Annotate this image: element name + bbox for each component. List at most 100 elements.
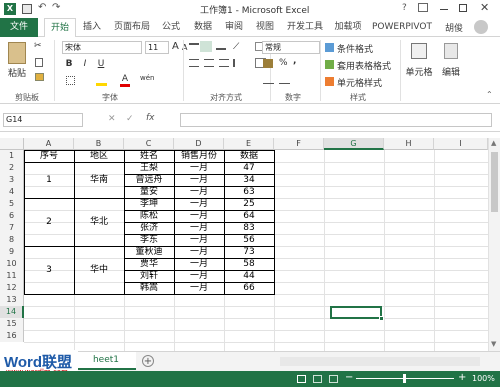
cancel-icon[interactable]: ✕	[108, 114, 116, 124]
border-icon[interactable]	[66, 76, 75, 85]
row-header[interactable]: 7	[0, 222, 24, 234]
table-header-cell[interactable]: 姓名	[124, 150, 174, 162]
fill-handle[interactable]	[379, 316, 384, 321]
underline-button[interactable]: U	[96, 59, 106, 69]
align-top-icon[interactable]	[189, 43, 199, 50]
font-color-button[interactable]: A	[120, 74, 130, 87]
seq-cell[interactable]: 1	[24, 174, 74, 186]
column-header[interactable]: I	[434, 138, 488, 150]
seq-cell[interactable]: 2	[24, 216, 74, 228]
row-header[interactable]: 13	[0, 294, 24, 306]
paste-icon[interactable]	[8, 42, 26, 64]
tab-home[interactable]: 开始	[44, 18, 76, 38]
region-cell[interactable]: 华北	[74, 216, 124, 228]
row-header[interactable]: 9	[0, 246, 24, 258]
column-header[interactable]: A	[24, 138, 74, 150]
month-cell[interactable]: 一月	[174, 246, 224, 258]
month-cell[interactable]: 一月	[174, 270, 224, 282]
user-name[interactable]: 胡俊	[445, 21, 463, 34]
sheet-tab-sheet1[interactable]: heet1	[76, 352, 136, 370]
format-as-table-icon[interactable]	[325, 60, 334, 69]
format-painter-icon[interactable]	[35, 73, 44, 81]
table-header-cell[interactable]: 地区	[74, 150, 124, 162]
tab-insert[interactable]: 插入	[80, 18, 104, 37]
cell-styles-button[interactable]: 单元格样式	[337, 76, 382, 89]
align-bottom-icon[interactable]	[216, 43, 226, 50]
region-cell[interactable]: 华南	[74, 174, 124, 186]
vertical-scrollbar[interactable]: ▲ ▼	[488, 138, 500, 351]
row-header[interactable]: 3	[0, 174, 24, 186]
add-sheet-button[interactable]: +	[142, 355, 154, 367]
zoom-in-icon[interactable]: +	[458, 372, 466, 383]
value-cell[interactable]: 64	[224, 210, 274, 222]
row-header[interactable]: 16	[0, 330, 24, 342]
tab-developer[interactable]: 开发工具	[283, 18, 327, 37]
collapse-ribbon-icon[interactable]: ⌃	[486, 90, 493, 99]
column-header[interactable]: F	[274, 138, 324, 150]
italic-button[interactable]: I	[80, 59, 90, 69]
value-cell[interactable]: 63	[224, 186, 274, 198]
zoom-level[interactable]: 100%	[472, 374, 495, 383]
value-cell[interactable]: 66	[224, 282, 274, 294]
tab-file[interactable]: 文件	[0, 18, 38, 37]
font-size-select[interactable]: 11	[145, 41, 169, 54]
name-cell[interactable]: 陈松	[124, 210, 174, 222]
month-cell[interactable]: 一月	[174, 222, 224, 234]
value-cell[interactable]: 56	[224, 234, 274, 246]
save-icon[interactable]	[22, 4, 32, 14]
column-header[interactable]: B	[74, 138, 124, 150]
month-cell[interactable]: 一月	[174, 174, 224, 186]
worksheet-grid[interactable]: A B C D E F G H I 1 2 3 4 5 6 7 8 9 10 1…	[0, 138, 488, 351]
row-header[interactable]: 2	[0, 162, 24, 174]
value-cell[interactable]: 58	[224, 258, 274, 270]
scroll-down-icon[interactable]: ▼	[491, 340, 496, 348]
orientation-icon[interactable]: ⟋	[233, 42, 239, 52]
minimize-icon[interactable]	[440, 9, 448, 10]
ribbon-options-icon[interactable]	[418, 3, 428, 12]
value-cell[interactable]: 34	[224, 174, 274, 186]
tab-view[interactable]: 视图	[252, 18, 278, 37]
month-cell[interactable]: 一月	[174, 282, 224, 294]
value-cell[interactable]: 73	[224, 246, 274, 258]
phonetic-button[interactable]: wén	[140, 74, 154, 82]
row-header[interactable]: 10	[0, 258, 24, 270]
month-cell[interactable]: 一月	[174, 210, 224, 222]
horizontal-scrollbar[interactable]	[280, 357, 480, 366]
row-header-selected[interactable]: 14	[0, 306, 24, 318]
decrease-indent-icon[interactable]	[233, 59, 243, 67]
month-cell[interactable]: 一月	[174, 186, 224, 198]
name-cell[interactable]: 李东	[124, 234, 174, 246]
tab-addins[interactable]: 加载项	[331, 18, 365, 37]
page-layout-view-icon[interactable]	[313, 375, 322, 383]
scroll-up-icon[interactable]: ▲	[491, 139, 496, 147]
value-cell[interactable]: 44	[224, 270, 274, 282]
zoom-slider-thumb[interactable]	[403, 374, 406, 383]
row-header[interactable]: 5	[0, 198, 24, 210]
row-header[interactable]: 11	[0, 270, 24, 282]
name-cell[interactable]: 韩嵩	[124, 282, 174, 294]
name-cell[interactable]: 童安	[124, 186, 174, 198]
increase-decimal-icon[interactable]	[263, 76, 274, 84]
decrease-decimal-icon[interactable]	[279, 76, 290, 84]
comma-button[interactable]: ,	[293, 56, 296, 66]
number-format-select[interactable]: 常规	[262, 41, 320, 54]
tab-data[interactable]: 数据	[190, 18, 216, 37]
align-right-icon[interactable]	[219, 59, 229, 67]
cells-button[interactable]: 单元格	[402, 65, 436, 78]
select-all-corner[interactable]	[0, 138, 24, 150]
table-header-cell[interactable]: 销售月份	[174, 150, 224, 162]
active-cell-g14[interactable]	[330, 306, 382, 319]
name-cell[interactable]: 李坤	[124, 198, 174, 210]
zoom-out-icon[interactable]: −	[345, 372, 353, 383]
conditional-format-button[interactable]: 条件格式	[337, 42, 373, 55]
align-center-icon[interactable]	[204, 59, 214, 67]
bold-button[interactable]: B	[64, 59, 74, 69]
close-icon[interactable]: ✕	[480, 1, 489, 14]
row-header[interactable]: 8	[0, 234, 24, 246]
name-cell[interactable]: 贾华	[124, 258, 174, 270]
insert-function-icon[interactable]: fx	[146, 113, 155, 123]
tab-powerpivot[interactable]: POWERPIVOT	[369, 18, 435, 37]
align-middle-icon[interactable]	[200, 41, 212, 52]
table-header-cell[interactable]: 数据	[224, 150, 274, 162]
column-header[interactable]: C	[124, 138, 174, 150]
